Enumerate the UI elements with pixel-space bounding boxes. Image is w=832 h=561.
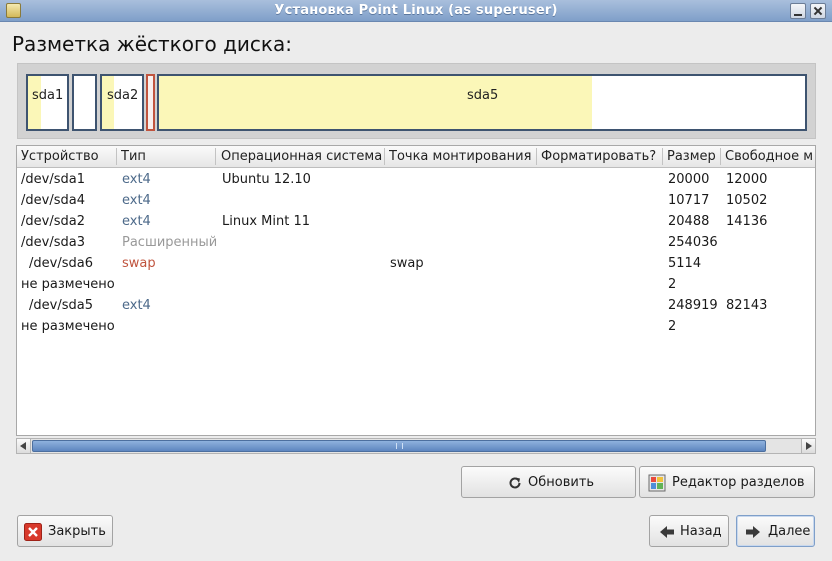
cell-size: 5114: [668, 256, 702, 271]
cell-free: 82143: [726, 298, 768, 313]
table-row[interactable]: /dev/sda6 swap swap 5114: [17, 254, 815, 275]
cell-size: 254036: [668, 235, 718, 250]
close-x-icon: [24, 523, 42, 541]
refresh-label: Обновить: [528, 475, 595, 490]
cell-size: 10717: [668, 193, 710, 208]
cell-free: 12000: [726, 172, 768, 187]
partition-label: sda1: [32, 88, 64, 103]
column-separator[interactable]: [215, 148, 216, 165]
column-header-free[interactable]: Свободное м: [725, 149, 815, 164]
cell-device: не размечено: [21, 277, 115, 292]
partition-label: sda2: [107, 88, 139, 103]
partition-editor-button[interactable]: Редактор разделов: [639, 466, 815, 498]
column-separator[interactable]: [720, 148, 721, 165]
column-header-os[interactable]: Операционная система: [221, 149, 382, 164]
partition-segment-sda5[interactable]: sda5: [157, 74, 807, 131]
partition-label: sda5: [467, 88, 499, 103]
table-row[interactable]: /dev/sda3 Расширенный 254036: [17, 233, 815, 254]
cell-os: Linux Mint 11: [222, 214, 310, 229]
cell-type: ext4: [122, 172, 151, 187]
refresh-button[interactable]: Обновить: [461, 466, 636, 498]
cell-device: /dev/sda2: [21, 214, 85, 229]
partition-bar: sda1 sda2 sda5: [17, 63, 816, 139]
cell-device: /dev/sda3: [21, 235, 85, 250]
close-button[interactable]: Закрыть: [17, 515, 113, 547]
next-label: Далее: [768, 524, 811, 539]
column-header-mount[interactable]: Точка монтирования: [389, 149, 531, 164]
partition-usage-fill: [159, 76, 592, 129]
cell-device: не размечено: [21, 319, 115, 334]
cell-type: ext4: [122, 193, 151, 208]
cell-device: /dev/sda4: [21, 193, 85, 208]
arrow-right-icon: [746, 526, 760, 538]
partition-segment-sda1[interactable]: sda1: [26, 74, 69, 131]
cell-type: ext4: [122, 214, 151, 229]
refresh-icon: [509, 477, 521, 489]
table-header: Устройство Тип Операционная система Точк…: [17, 146, 815, 168]
column-separator[interactable]: [116, 148, 117, 165]
cell-device: /dev/sda1: [21, 172, 85, 187]
table-row[interactable]: /dev/sda1 ext4 Ubuntu 12.10 20000 12000: [17, 170, 815, 191]
cell-free: 14136: [726, 214, 768, 229]
scrollbar-thumb[interactable]: [32, 440, 766, 452]
partition-segment-sda4[interactable]: [72, 74, 97, 131]
column-header-type[interactable]: Тип: [121, 149, 146, 164]
next-button[interactable]: Далее: [736, 515, 815, 547]
column-separator[interactable]: [536, 148, 537, 165]
cell-size: 2: [668, 277, 677, 292]
cell-size: 20488: [668, 214, 710, 229]
close-icon[interactable]: [810, 3, 826, 19]
back-button[interactable]: Назад: [649, 515, 729, 547]
partition-segment-sda2[interactable]: sda2: [100, 74, 144, 131]
cell-type: Расширенный: [122, 235, 218, 250]
arrow-left-icon: [660, 526, 674, 538]
minimize-icon[interactable]: [790, 3, 806, 19]
table-row[interactable]: не размечено 2: [17, 317, 815, 338]
table-row[interactable]: /dev/sda4 ext4 10717 10502: [17, 191, 815, 212]
table-row[interactable]: не размечено 2: [17, 275, 815, 296]
cell-free: 10502: [726, 193, 768, 208]
cell-device: /dev/sda6: [29, 256, 93, 271]
cell-size: 2: [668, 319, 677, 334]
cell-size: 248919: [668, 298, 718, 313]
cell-type: swap: [122, 256, 156, 271]
table-row[interactable]: /dev/sda5 ext4 248919 82143: [17, 296, 815, 317]
partition-segment-sda6[interactable]: [146, 74, 155, 131]
back-label: Назад: [680, 524, 722, 539]
column-header-device[interactable]: Устройство: [21, 149, 99, 164]
column-header-size[interactable]: Размер: [667, 149, 716, 164]
page-heading: Разметка жёсткого диска:: [12, 32, 292, 56]
window-titlebar: Установка Point Linux (as superuser): [0, 0, 832, 22]
window-title: Установка Point Linux (as superuser): [274, 3, 558, 18]
close-label: Закрыть: [48, 524, 106, 539]
cell-os: Ubuntu 12.10: [222, 172, 311, 187]
scroll-right-icon[interactable]: [801, 439, 815, 453]
cell-mount: swap: [390, 256, 424, 271]
grip-icon: [396, 443, 403, 449]
partition-table[interactable]: Устройство Тип Операционная система Точк…: [16, 145, 816, 436]
column-separator[interactable]: [384, 148, 385, 165]
cell-type: ext4: [122, 298, 151, 313]
cell-size: 20000: [668, 172, 710, 187]
column-separator[interactable]: [662, 148, 663, 165]
horizontal-scrollbar[interactable]: [16, 438, 816, 454]
partition-editor-icon: [648, 474, 666, 492]
scroll-left-icon[interactable]: [17, 439, 31, 453]
partition-editor-label: Редактор разделов: [672, 475, 805, 490]
column-header-format[interactable]: Форматировать?: [541, 149, 656, 164]
table-row[interactable]: /dev/sda2 ext4 Linux Mint 11 20488 14136: [17, 212, 815, 233]
cell-device: /dev/sda5: [29, 298, 93, 313]
